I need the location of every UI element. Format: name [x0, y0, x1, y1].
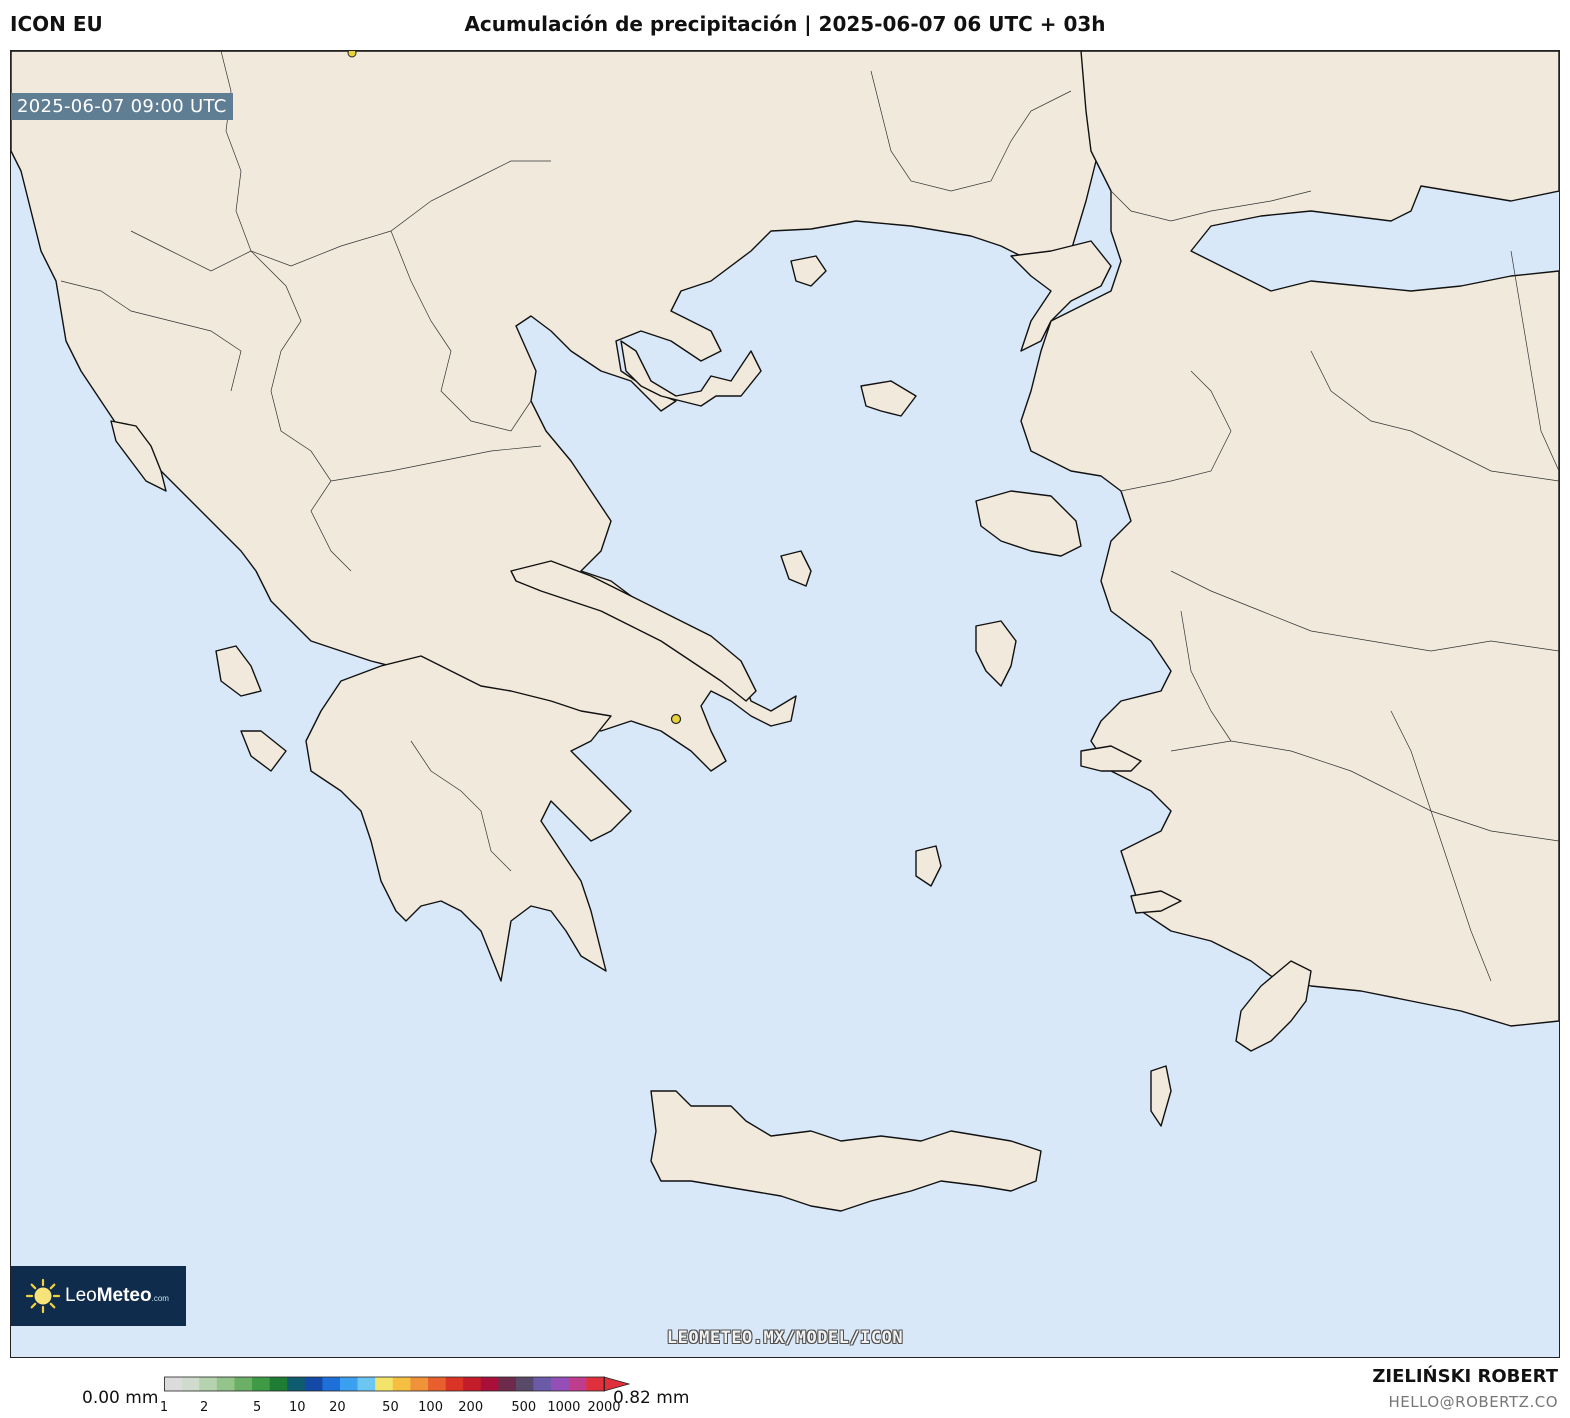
legend-color-cell	[428, 1377, 446, 1391]
legend-tick-label: 50	[382, 1400, 399, 1415]
legend-tick-label: 20	[329, 1400, 346, 1415]
land-kefalonia	[215, 645, 262, 697]
land-chios	[975, 620, 1017, 687]
legend-color-cell	[410, 1377, 429, 1391]
land-zakynthos	[240, 730, 287, 772]
legend-color-cell	[340, 1377, 358, 1391]
legend-color-cell	[287, 1377, 306, 1391]
legend-tick-label: 1	[159, 1400, 169, 1415]
legend-max-label: 0.82 mm	[613, 1388, 690, 1408]
legend-color-cell	[516, 1377, 534, 1391]
legend-color-cell	[498, 1377, 517, 1391]
leometeo-logo[interactable]: LeoMeteo.com	[11, 1266, 186, 1326]
land-thasos	[790, 255, 827, 287]
legend-tick-label: 2	[199, 1400, 209, 1415]
valid-time-label: 2025-06-07 09:00 UTC	[11, 93, 233, 120]
legend-color-cell	[199, 1377, 218, 1391]
watermark-url: LEOMETEO.MX/MODEL/ICON	[666, 1328, 904, 1348]
legend-tick-label: 100	[418, 1400, 443, 1415]
author-name: ZIELIŃSKI ROBERT	[1372, 1366, 1558, 1387]
legend-color-cell	[181, 1377, 200, 1391]
legend-color-cell	[392, 1377, 411, 1391]
legend-color-cell	[445, 1377, 464, 1391]
author-email[interactable]: HELLO@ROBERTZ.CO	[1388, 1393, 1558, 1411]
land-skyros	[780, 550, 812, 587]
legend-color-cell	[234, 1377, 253, 1391]
map-canvas	[11, 51, 1559, 1212]
land-turkey	[1020, 51, 1559, 1027]
legend-color-cell	[269, 1377, 288, 1391]
legend-color-cell	[533, 1377, 552, 1391]
land-lemnos	[860, 380, 917, 417]
logo-text: LeoMeteo.com	[65, 1285, 169, 1307]
map-title: Acumulación de precipitación | 2025-06-0…	[464, 12, 1106, 36]
athens-marker	[670, 713, 682, 725]
legend-color-cell	[375, 1377, 394, 1391]
legend-colorbar	[164, 1376, 631, 1392]
land-naxos	[915, 845, 942, 887]
legend-ticks: 1 2 5 10 20 50 100 200 500 1000 2000	[160, 1400, 624, 1418]
sun-icon	[25, 1278, 61, 1314]
legend-tick-label: 5	[253, 1400, 262, 1415]
land-lesbos	[975, 490, 1082, 557]
legend-color-cell	[164, 1377, 182, 1391]
legend-color-cell	[463, 1377, 482, 1391]
legend-color-cell	[480, 1377, 499, 1391]
land-balkans	[11, 51, 1112, 772]
land-karpathos	[1150, 1065, 1172, 1127]
land-crete	[650, 1090, 1042, 1212]
legend-color-cell	[551, 1377, 570, 1391]
legend-color-cell	[568, 1377, 587, 1391]
legend-color-cell	[216, 1377, 235, 1391]
north-marker	[347, 51, 357, 58]
legend-tick-label: 200	[458, 1400, 484, 1415]
logo-brand-light: Leo	[65, 1285, 97, 1306]
logo-brand-bold: Meteo	[96, 1285, 152, 1306]
legend-color-cell	[304, 1377, 323, 1391]
legend-color-cell	[586, 1377, 605, 1391]
legend-min-label: 0.00 mm	[82, 1388, 159, 1408]
logo-suffix: .com	[151, 1294, 169, 1303]
legend-color-cell	[322, 1377, 341, 1391]
precipitation-map[interactable]: 2025-06-07 09:00 UTC LeoMeteo.com LEOMET…	[10, 50, 1560, 1358]
legend-color-cell	[252, 1377, 270, 1391]
legend-tick-label: 10	[289, 1400, 306, 1415]
legend-tick-label: 1000	[547, 1400, 581, 1415]
legend-tick-label: 500	[511, 1400, 537, 1415]
legend-color-cell	[357, 1377, 376, 1391]
